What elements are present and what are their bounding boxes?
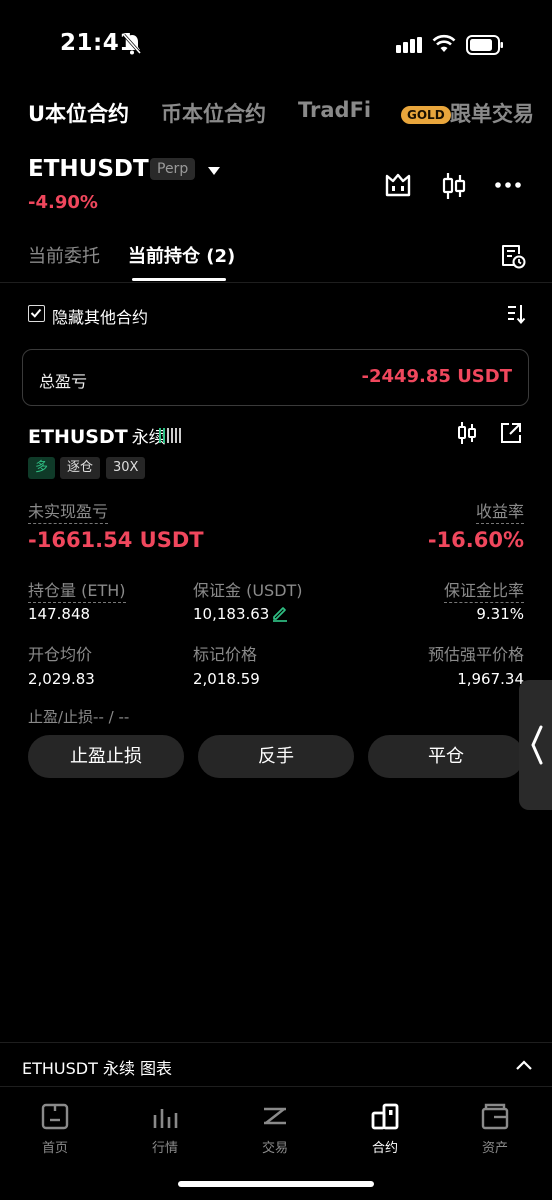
roe-label: 收益率 [475, 498, 524, 524]
liquidation-price-value: 1,967.34 [457, 670, 524, 688]
more-icon[interactable] [494, 180, 522, 190]
leverage-tag: 30X [106, 457, 146, 479]
nav-item-futures[interactable]: 合约 [335, 1097, 435, 1156]
liquidation-price-label: 预估强平价格 [427, 645, 524, 664]
tab-copy-trading[interactable]: 跟单交易 [450, 98, 534, 128]
entry-price-value: 2,029.83 [28, 670, 95, 688]
status-bar: 21:41 [0, 0, 552, 90]
position-size-label: 持仓量 (ETH) [28, 577, 126, 603]
battery-icon [466, 35, 503, 55]
nav-item-assets[interactable]: 资产 [445, 1097, 545, 1156]
pair-title[interactable]: ETHUSDT [28, 156, 149, 182]
tab-open-orders[interactable]: 当前委托 [28, 242, 100, 268]
edit-margin-icon[interactable] [271, 604, 289, 622]
tpsl-status: 止盈/止损-- / -- [28, 708, 130, 726]
chart-toggle-bar[interactable]: ETHUSDT 永续 图表 [0, 1042, 552, 1086]
nav-item-trade[interactable]: 交易 [225, 1097, 325, 1156]
tab-tradfi[interactable]: TradFi [298, 98, 371, 122]
margin-mode-tag: 逐仓 [60, 457, 101, 479]
caret-down-icon[interactable] [207, 166, 221, 176]
tabs-divider [0, 282, 552, 283]
mark-price-value: 2,018.59 [193, 670, 260, 688]
hide-other-contracts-label: 隐藏其他合约 [52, 308, 149, 327]
position-size-value: 147.848 [28, 605, 91, 623]
nav-label-home: 首页 [41, 1141, 68, 1156]
side-drawer-handle[interactable] [519, 680, 552, 810]
nav-label-trade: 交易 [261, 1141, 288, 1156]
wallet-icon [481, 1103, 509, 1130]
chevron-up-icon[interactable] [515, 1059, 533, 1071]
bell-muted-icon [122, 34, 142, 55]
home-indicator [178, 1181, 374, 1187]
home-icon [41, 1103, 69, 1130]
margin-value: 10,183.63 [193, 605, 270, 623]
checkmark-icon [30, 308, 42, 318]
order-history-icon[interactable] [500, 243, 526, 269]
hide-other-contracts-checkbox[interactable] [28, 305, 45, 322]
margin-label: 保证金 (USDT) [193, 581, 303, 600]
unrealized-pnl-label: 未实现盈亏 [28, 498, 109, 524]
trading-bot-icon[interactable] [384, 172, 412, 198]
gold-badge: GOLD [401, 106, 451, 124]
position-pair-symbol: ETHUSDT [28, 426, 128, 448]
margin-ratio-label: 保证金比率 [443, 577, 524, 603]
nav-item-home[interactable]: 首页 [5, 1097, 105, 1156]
side-tag: 多 [28, 457, 56, 479]
tpsl-button[interactable]: 止盈止损 [28, 735, 184, 778]
entry-price-label: 开仓均价 [28, 645, 93, 664]
roe-value: -16.60% [427, 528, 524, 552]
mark-price-label: 标记价格 [193, 645, 258, 664]
chevron-left-icon [531, 725, 543, 765]
margin-ratio-value: 9.31% [476, 605, 524, 623]
total-pnl-card: 总盈亏 -2449.85 USDT [22, 349, 529, 406]
cellular-signal-icon [396, 37, 422, 53]
active-tab-indicator [132, 278, 226, 281]
tab-coin-margined[interactable]: 币本位合约 [161, 98, 266, 128]
share-icon[interactable] [499, 421, 523, 445]
sort-icon[interactable] [506, 303, 526, 325]
nav-item-markets[interactable]: 行情 [115, 1097, 215, 1156]
wifi-icon [432, 34, 456, 52]
position-pair: ETHUSDT 永续 [28, 423, 166, 448]
position-tabs: 当前委托 当前持仓 (2) [28, 242, 528, 282]
futures-icon [371, 1103, 399, 1130]
nav-label-assets: 资产 [481, 1141, 508, 1156]
unrealized-pnl-value: -1661.54 USDT [28, 528, 204, 552]
total-pnl-value: -2449.85 USDT [361, 366, 512, 387]
perp-badge: Perp [150, 158, 196, 180]
trade-icon [264, 1107, 286, 1125]
chart-toggle-label: ETHUSDT 永续 图表 [22, 1059, 173, 1078]
nav-label-markets: 行情 [151, 1141, 178, 1156]
total-pnl-label: 总盈亏 [39, 372, 88, 391]
markets-icon [153, 1109, 178, 1128]
candlestick-chart-icon[interactable] [442, 172, 466, 200]
close-position-button[interactable]: 平仓 [368, 735, 524, 778]
contract-type-tabs: U本位合约 币本位合约 TradFi GOLD 跟单交易 [28, 98, 552, 134]
position-chart-icon[interactable] [457, 421, 477, 445]
reverse-button[interactable]: 反手 [198, 735, 354, 778]
leverage-level-icon [159, 428, 181, 443]
tab-positions[interactable]: 当前持仓 (2) [128, 242, 235, 268]
tab-usdt-margined[interactable]: U本位合约 [28, 98, 129, 128]
nav-label-futures: 合约 [371, 1141, 398, 1156]
pair-change: -4.90% [28, 192, 98, 213]
